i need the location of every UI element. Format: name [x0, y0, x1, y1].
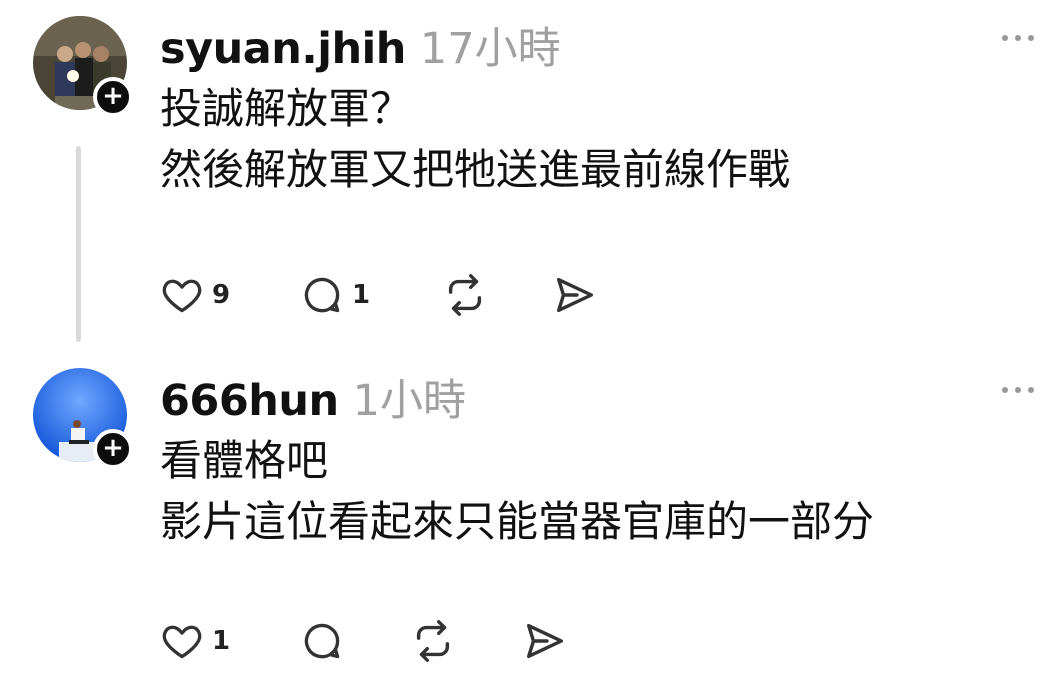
like-button[interactable]: 1 [160, 616, 230, 666]
reply-count: 1 [352, 280, 371, 310]
reply-post: + syuan.jhih 17小時 投誠解放軍？ 然後解放軍又把牠送進最前線作戰 … [0, 0, 1058, 345]
share-button[interactable] [522, 616, 568, 666]
post-text: 看體格吧 影片這位看起來只能當器官庫的一部分 [160, 430, 874, 552]
more-icon[interactable] [1000, 28, 1036, 48]
repost-button[interactable] [442, 270, 488, 320]
reply-button[interactable] [300, 616, 352, 666]
repost-button[interactable] [410, 616, 456, 666]
username[interactable]: 666hun [160, 376, 339, 426]
comment-icon [304, 277, 340, 313]
timestamp: 1小時 [352, 376, 466, 426]
post-line: 然後解放軍又把牠送進最前線作戰 [160, 145, 791, 194]
post-line: 影片這位看起來只能當器官庫的一部分 [160, 497, 875, 546]
like-count: 1 [212, 626, 231, 656]
follow-button[interactable]: + [93, 429, 133, 469]
comment-icon [304, 623, 340, 659]
heart-icon [162, 625, 202, 659]
post-text: 投誠解放軍？ 然後解放軍又把牠送進最前線作戰 [160, 78, 790, 200]
repost-icon [416, 620, 450, 662]
follow-button[interactable]: + [93, 77, 133, 117]
send-icon [556, 277, 594, 313]
post-header: 666hun 1小時 [160, 366, 466, 426]
post-line: 看體格吧 [160, 436, 329, 485]
send-icon [526, 623, 564, 659]
username[interactable]: syuan.jhih [160, 24, 406, 74]
post-header: syuan.jhih 17小時 [160, 14, 561, 74]
more-icon[interactable] [1000, 380, 1036, 400]
plus-icon: + [102, 81, 124, 111]
repost-icon [448, 274, 482, 316]
like-button[interactable]: 9 [160, 270, 230, 320]
share-button[interactable] [552, 270, 598, 320]
post-line: 投誠解放軍？ [160, 84, 413, 133]
thread-line [76, 146, 81, 342]
heart-icon [162, 279, 202, 313]
reply-button[interactable]: 1 [300, 270, 370, 320]
reply-post: + 666hun 1小時 看體格吧 影片這位看起來只能當器官庫的一部分 1 [0, 352, 1058, 692]
like-count: 9 [212, 280, 231, 310]
plus-icon: + [102, 433, 124, 463]
timestamp: 17小時 [419, 24, 561, 74]
